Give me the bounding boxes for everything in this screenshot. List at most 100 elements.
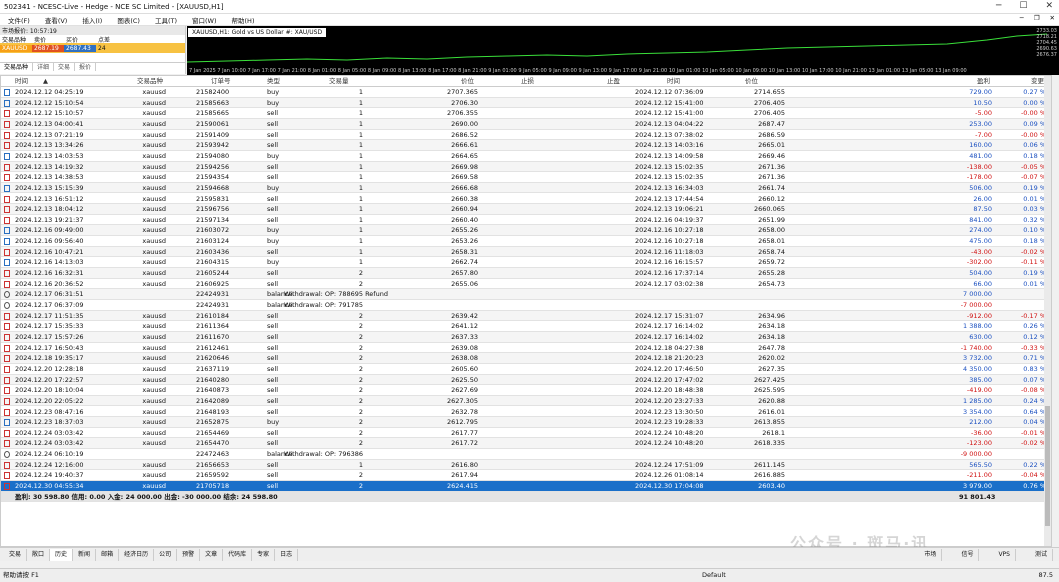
toolbox-link[interactable]: 信号 [956,549,980,561]
toolbox-tab[interactable]: 文章 [200,548,224,561]
child-close-icon[interactable]: ✕ [1050,14,1055,22]
column-header[interactable]: 盈利 [977,76,990,87]
cell-o: 21595831 [196,194,230,203]
table-row[interactable]: 2024.12.17 16:50:43 xauusd 21612461 sell 2 26… [1,343,1051,354]
column-header[interactable]: 交易量 [329,76,349,87]
vertical-scrollbar[interactable] [1044,76,1051,546]
table-row[interactable]: 2024.12.24 03:03:42 xauusd 21654469 sell 2 26… [1,428,1051,439]
column-header[interactable]: 订单号 [211,76,231,87]
balance-row[interactable]: 2024.12.17 06:31:51 22424931 balance 7 000.… [1,289,1051,300]
tab-symbols[interactable]: 交易品种 [0,63,34,71]
column-header[interactable]: 变更 [1031,76,1044,87]
table-row[interactable]: 2024.12.16 20:36:52 xauusd 21606925 sell 2 26… [1,279,1051,290]
table-row[interactable]: 2024.12.30 04:55:34 xauusd 21705718 sell 2 26… [1,481,1051,492]
toolbox-tab[interactable]: 新闻 [73,548,97,561]
cell-p: 2641.12 [451,322,478,331]
balance-row[interactable]: 2024.12.24 06:10:19 22472463 balance -9 000… [1,449,1051,460]
chart-tab-label[interactable]: XAUUSD,H1: Gold vs US Dollar #: XAU/USD [188,28,327,37]
table-row[interactable]: 2024.12.20 22:05:22 xauusd 21642089 sell 2 26… [1,395,1051,407]
toolbox-link[interactable]: 市场 [919,549,943,561]
toolbox-tab[interactable]: 日志 [275,548,299,561]
column-header[interactable]: 时间 [667,76,680,87]
table-row[interactable]: 2024.12.16 09:49:00 xauusd 21603072 buy 1 265… [1,225,1051,237]
minimize-icon[interactable]: ─ [996,1,1001,11]
table-row[interactable]: 2024.12.13 07:21:19 xauusd 21591409 sell 1 26… [1,130,1051,141]
table-row[interactable]: 2024.12.17 11:51:35 xauusd 21610184 sell 2 26… [1,310,1051,322]
column-header[interactable]: 时间 [15,76,28,87]
cell-s: xauusd [142,311,166,320]
table-row[interactable]: 2024.12.20 18:10:04 xauusd 21640873 sell 2 26… [1,385,1051,396]
balance-row[interactable]: 2024.12.17 06:37:09 22424931 balance -7 000… [1,300,1051,311]
tab-trading[interactable]: 交易 [54,63,76,71]
column-header[interactable]: 交易品种 [137,76,163,87]
table-row[interactable]: 2024.12.13 18:04:12 xauusd 21596756 sell 1 26… [1,204,1051,215]
toolbox-tab[interactable]: 历史 [50,548,74,561]
toolbox-link[interactable]: 测试 [1030,549,1053,561]
tab-details[interactable]: 详细 [33,63,55,71]
child-minimize-icon[interactable]: ─ [1020,14,1024,22]
table-row[interactable]: 2024.12.16 09:56:40 xauusd 21603124 buy 1 265… [1,236,1051,247]
table-row[interactable]: 2024.12.16 10:47:21 xauusd 21603436 sell 1 26… [1,246,1051,258]
close-icon[interactable]: ✕ [1045,1,1053,11]
column-header[interactable]: 止损 [521,76,534,87]
menu-window[interactable]: 窗口(W) [192,15,217,25]
column-header[interactable]: 价位 [461,76,474,87]
cell-ch: -0.08 % [1020,386,1046,395]
table-row[interactable]: 2024.12.24 03:03:42 xauusd 21654470 sell 2 26… [1,438,1051,450]
cell-p: 2627.69 [451,386,478,395]
toolbox-tab[interactable]: 经济日历 [119,548,155,561]
table-row[interactable]: 2024.12.17 15:57:26 xauusd 21611670 sell 2 26… [1,331,1051,343]
toolbox-link[interactable]: VPS [993,549,1016,561]
table-row[interactable]: 2024.12.13 14:03:53 xauusd 21594080 buy 1 266… [1,151,1051,162]
child-restore-icon[interactable]: ❐ [1034,14,1040,22]
table-row[interactable]: 2024.12.13 04:00:41 xauusd 21590061 sell 1 26… [1,118,1051,130]
table-row[interactable]: 2024.12.23 08:47:16 xauusd 21648193 sell 2 26… [1,407,1051,418]
cell-s: xauusd [142,439,166,448]
cell-ch: 0.26 % [1023,322,1046,331]
column-header[interactable]: 止盈 [607,76,620,87]
menu-file[interactable]: 文件(F) [8,15,30,25]
table-row[interactable]: 2024.12.16 14:13:03 xauusd 21604315 buy 1 266… [1,257,1051,269]
menu-tools[interactable]: 工具(T) [155,15,177,25]
toolbox-tab[interactable]: 公司 [154,548,178,561]
table-row[interactable]: 2024.12.20 17:22:57 xauusd 21640280 sell 2 26… [1,374,1051,386]
x-tick: 9 Jan 13:00 [578,68,608,74]
menu-view[interactable]: 查看(V) [45,15,68,25]
table-row[interactable]: 2024.12.18 19:35:17 xauusd 21620646 sell 2 26… [1,353,1051,364]
table-row[interactable]: 2024.12.23 18:37:03 xauusd 21652875 buy 2 261… [1,417,1051,428]
table-row[interactable]: 2024.12.13 16:51:12 xauusd 21595831 sell 1 26… [1,194,1051,205]
table-row[interactable]: 2024.12.13 19:21:37 xauusd 21597134 sell 1 26… [1,215,1051,226]
maximize-icon[interactable]: ☐ [1019,1,1027,11]
table-row[interactable]: 2024.12.13 13:34:26 xauusd 21593942 sell 1 26… [1,140,1051,151]
toolbox-tab[interactable]: 代码库 [223,548,253,561]
table-row[interactable]: 2024.12.13 14:19:32 xauusd 21594256 sell 1 26… [1,161,1051,173]
cell-o: 21612461 [196,343,230,352]
menu-chart[interactable]: 图表(C) [117,15,140,25]
toolbox-tab[interactable]: 预警 [177,548,201,561]
table-row[interactable]: 2024.12.12 04:25:19 xauusd 21582400 buy 1 270… [1,87,1051,98]
table-row[interactable]: 2024.12.16 16:32:31 xauusd 21605244 sell 2 26… [1,268,1051,279]
market-watch-row[interactable]: XAUUSD 2687.19 2687.43 24 [0,43,185,53]
cell-t: 2024.12.20 18:10:04 [15,386,84,395]
table-row[interactable]: 2024.12.13 15:15:39 xauusd 21594668 buy 1 266… [1,182,1051,194]
table-row[interactable]: 2024.12.24 19:40:37 xauusd 21659592 sell 2 26… [1,470,1051,482]
toolbox-tab[interactable]: 敞口 [27,548,51,561]
cell-v: 2 [358,418,363,427]
toolbox-tab[interactable]: 专家 [252,548,276,561]
scroll-thumb[interactable] [1045,406,1050,526]
toolbox-tab[interactable]: 交易 [4,548,28,561]
column-header[interactable]: 类型 [267,76,280,87]
table-row[interactable]: 2024.12.20 12:28:18 xauusd 21637119 sell 2 26… [1,364,1051,375]
menu-help[interactable]: 帮助(H) [232,15,255,25]
table-row[interactable]: 2024.12.13 14:38:53 xauusd 21594354 sell 1 26… [1,172,1051,183]
toolbox-tab[interactable]: 邮箱 [96,548,120,561]
cell-pr: -1 740.00 [960,343,992,352]
table-row[interactable]: 2024.12.12 15:10:54 xauusd 21585663 buy 1 270… [1,97,1051,109]
tab-ticks[interactable]: 报价 [75,63,97,71]
column-header[interactable]: 价位 [745,76,758,87]
table-row[interactable]: 2024.12.12 15:10:57 xauusd 21585665 sell 1 27… [1,108,1051,119]
price-chart[interactable]: XAUUSD,H1: Gold vs US Dollar #: XAU/USD … [187,26,1059,75]
table-row[interactable]: 2024.12.24 12:16:00 xauusd 21656653 sell 1 26… [1,459,1051,471]
menu-insert[interactable]: 插入(I) [82,15,102,25]
table-row[interactable]: 2024.12.17 15:35:33 xauusd 21611364 sell 2 26… [1,321,1051,332]
